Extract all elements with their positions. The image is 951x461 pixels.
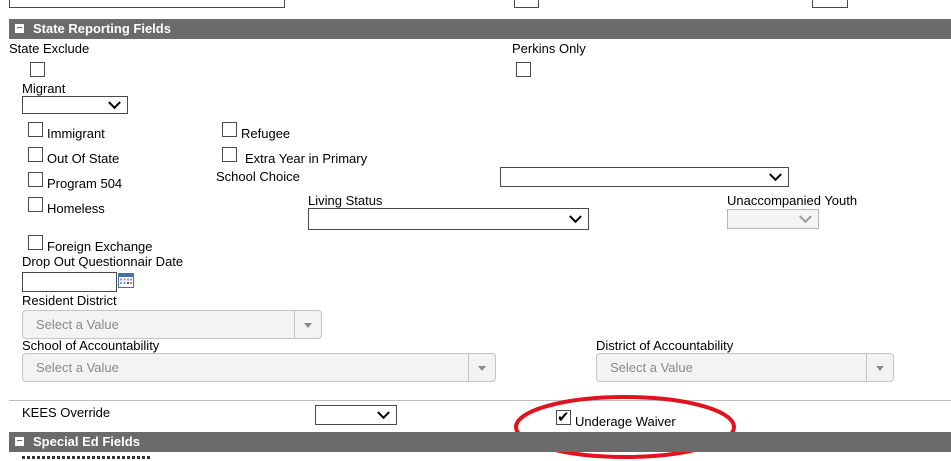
previous-field-checkbox[interactable]	[514, 0, 539, 8]
state-exclude-checkbox[interactable]	[30, 62, 45, 77]
school-choice-label: School Choice	[216, 169, 300, 184]
chevron-down-icon	[569, 210, 582, 224]
district-of-accountability-placeholder: Select a Value	[610, 360, 693, 375]
caret-down-icon	[478, 366, 486, 371]
dropdown-button[interactable]	[294, 311, 321, 338]
extra-year-primary-label: Extra Year in Primary	[245, 151, 368, 166]
section-title: Special Ed Fields	[33, 434, 140, 449]
chevron-down-icon	[799, 210, 812, 224]
kees-override-select[interactable]	[315, 405, 397, 425]
unaccompanied-youth-label: Unaccompanied Youth	[727, 193, 858, 208]
perkins-only-label: Perkins Only	[512, 41, 586, 56]
state-exclude-label: State Exclude	[9, 41, 90, 56]
row-divider	[9, 400, 951, 401]
chevron-down-icon	[377, 406, 390, 420]
program-504-checkbox[interactable]	[28, 172, 43, 187]
school-choice-select[interactable]	[500, 167, 789, 187]
minus-icon[interactable]: −	[15, 24, 24, 34]
homeless-label: Homeless	[47, 201, 105, 216]
school-of-accountability-label: School of Accountability	[22, 338, 160, 353]
district-of-accountability-label: District of Accountability	[596, 338, 734, 353]
refugee-label: Refugee	[241, 126, 291, 141]
section-title: State Reporting Fields	[33, 21, 171, 36]
district-of-accountability-combobox[interactable]: Select a Value	[596, 353, 894, 382]
unaccompanied-youth-select[interactable]	[727, 209, 819, 229]
previous-field-input[interactable]	[9, 0, 285, 8]
living-status-select[interactable]	[308, 208, 589, 230]
previous-field-checkbox-2[interactable]	[812, 0, 848, 8]
school-of-accountability-placeholder: Select a Value	[36, 360, 119, 375]
chevron-down-icon	[769, 168, 782, 182]
perkins-only-checkbox[interactable]	[516, 62, 531, 77]
immigrant-checkbox[interactable]	[28, 122, 43, 137]
caret-down-icon	[304, 323, 312, 328]
foreign-exchange-checkbox[interactable]	[28, 235, 43, 250]
out-of-state-label: Out Of State	[47, 151, 120, 166]
out-of-state-checkbox[interactable]	[28, 147, 43, 162]
program-504-label: Program 504	[47, 176, 123, 191]
foreign-exchange-label: Foreign Exchange	[47, 239, 153, 254]
cropped-field-label	[22, 455, 152, 459]
migrant-label: Migrant	[22, 81, 66, 96]
dropdown-button[interactable]	[468, 354, 495, 381]
drop-out-date-label: Drop Out Questionnair Date	[22, 254, 184, 269]
drop-out-date-input[interactable]	[22, 272, 117, 292]
homeless-checkbox[interactable]	[28, 197, 43, 212]
dropdown-button[interactable]	[866, 354, 893, 381]
refugee-checkbox[interactable]	[222, 122, 237, 137]
resident-district-placeholder: Select a Value	[36, 317, 119, 332]
state-reporting-section-header[interactable]: − State Reporting Fields	[9, 19, 951, 39]
chevron-down-icon	[108, 96, 121, 110]
extra-year-primary-checkbox[interactable]	[222, 147, 237, 162]
minus-icon[interactable]: −	[15, 437, 24, 447]
school-of-accountability-combobox[interactable]: Select a Value	[22, 353, 496, 382]
special-ed-section-header[interactable]: − Special Ed Fields	[9, 432, 951, 452]
kees-override-label: KEES Override	[22, 405, 111, 420]
migrant-select[interactable]	[22, 96, 128, 114]
resident-district-label: Resident District	[22, 293, 117, 308]
immigrant-label: Immigrant	[47, 126, 105, 141]
caret-down-icon	[876, 366, 884, 371]
living-status-label: Living Status	[308, 193, 383, 208]
calendar-icon[interactable]	[118, 273, 134, 288]
resident-district-combobox[interactable]: Select a Value	[22, 310, 322, 339]
